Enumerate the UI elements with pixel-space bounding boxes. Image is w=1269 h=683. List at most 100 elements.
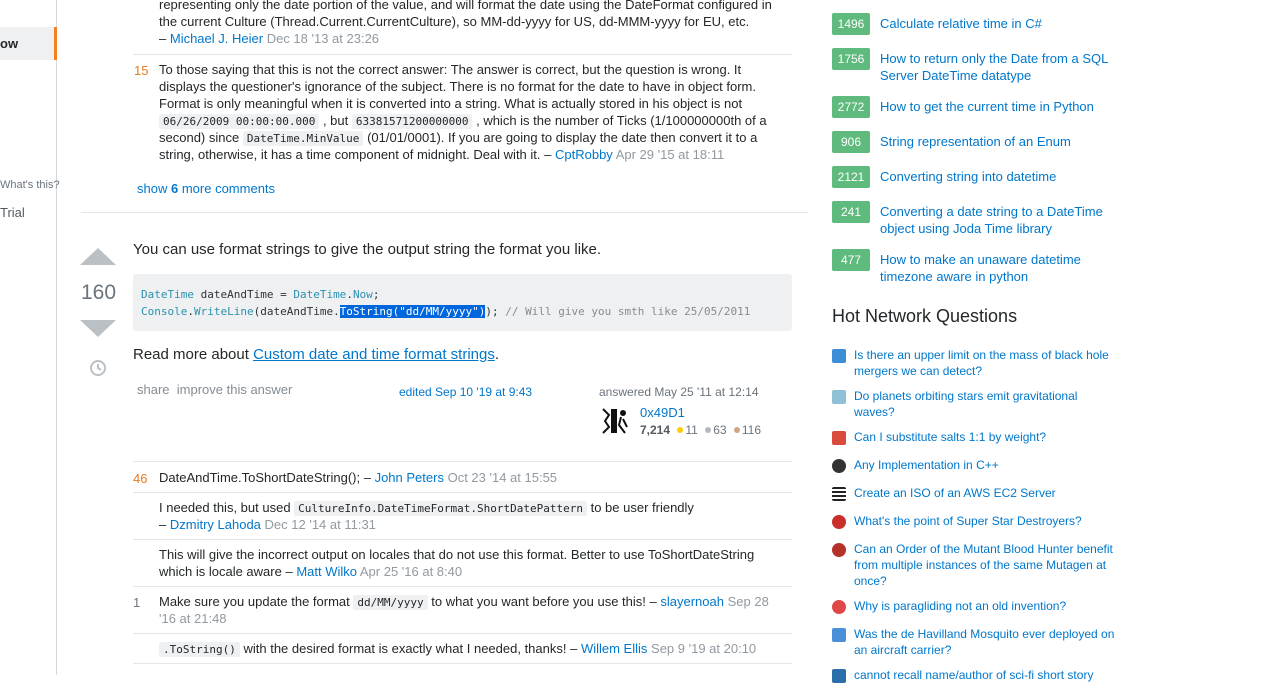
linked-title-line: String representation of an Enum bbox=[880, 134, 1071, 149]
comment-date: Dec 18 '13 at 23:26 bbox=[266, 31, 380, 46]
comment-text: This will give the incorrect output on l… bbox=[159, 547, 755, 562]
sidebar-item-active[interactable]: ow bbox=[0, 27, 57, 60]
hnq-link[interactable]: Can an Order of the Mutant Blood Hunter … bbox=[854, 541, 1129, 589]
linked-title-line: Converting a date string to a DateTime bbox=[880, 204, 1103, 219]
rpg-site-icon bbox=[832, 543, 846, 557]
hnq-link[interactable]: Why is paragliding not an old invention? bbox=[854, 598, 1129, 614]
hnq-link[interactable]: Do planets orbiting stars emit gravitati… bbox=[854, 388, 1129, 420]
comment-text: second) since DateTime.MinValue (01/01/0… bbox=[159, 129, 757, 147]
user-avatar[interactable] bbox=[599, 405, 631, 437]
linked-title-line: Server DateTime datatype bbox=[880, 68, 1032, 83]
serverfault-site-icon bbox=[832, 487, 846, 501]
show-more-count[interactable]: 6 bbox=[171, 181, 178, 196]
linked-score-badge: 1756 bbox=[832, 48, 870, 70]
hnq-line: Was the de Havilland Mosquito ever deplo… bbox=[854, 627, 1115, 641]
comment-author-link[interactable]: Matt Wilko bbox=[296, 564, 357, 579]
code-token: ; bbox=[372, 288, 380, 301]
history-icon[interactable] bbox=[88, 358, 108, 378]
show-more-text[interactable]: show bbox=[137, 181, 167, 196]
linked-question-title[interactable]: Calculate relative time in C# bbox=[880, 15, 1120, 32]
gold-badge-count: 11 bbox=[685, 423, 698, 437]
hnq-link[interactable]: Was the de Havilland Mosquito ever deplo… bbox=[854, 626, 1129, 658]
comment-date: Apr 29 '15 at 18:11 bbox=[615, 147, 725, 162]
comment-divider bbox=[133, 461, 792, 462]
comment-text-span: string, otherwise, it has a time compone… bbox=[159, 147, 552, 162]
hnq-link[interactable]: What's the point of Super Star Destroyer… bbox=[854, 513, 1129, 529]
hnq-link[interactable]: Any Implementation in C++ bbox=[854, 457, 1129, 473]
linked-question-title[interactable]: How to get the current time in Python bbox=[880, 98, 1120, 115]
linked-score-badge: 906 bbox=[832, 131, 870, 153]
hnq-link[interactable]: Is there an upper limit on the mass of b… bbox=[854, 347, 1129, 379]
cooking-site-icon bbox=[832, 431, 846, 445]
trial-link[interactable]: Trial bbox=[0, 205, 25, 220]
hnq-link[interactable]: Create an ISO of an AWS EC2 Server bbox=[854, 485, 1129, 501]
code-comment: // Will give you smth like 25/05/2011 bbox=[498, 305, 751, 318]
comment-dash: – bbox=[159, 31, 167, 46]
answered-timestamp: answered May 25 '11 at 12:14 bbox=[599, 385, 759, 399]
comment-text-span: (01/01/0001). If you are going to displa… bbox=[367, 130, 758, 145]
inline-code: 06/26/2009 00:00:00.000 bbox=[159, 114, 320, 129]
code-token: DateTime bbox=[141, 288, 194, 301]
comment-text: string, otherwise, it has a time compone… bbox=[159, 146, 724, 163]
linked-question-title[interactable]: How to make an unaware datetime timezone … bbox=[880, 251, 1120, 285]
comment-divider bbox=[133, 633, 792, 634]
code-token: ); bbox=[485, 305, 499, 318]
user-reputation: 7,214 bbox=[640, 423, 671, 437]
comment-author-link[interactable]: CptRobby bbox=[555, 147, 613, 162]
read-more-suffix: . bbox=[494, 346, 500, 363]
comment-author-link[interactable]: John Peters bbox=[375, 470, 444, 485]
improve-answer-link[interactable]: improve this answer bbox=[177, 382, 293, 397]
linked-question-title[interactable]: Converting a date string to a DateTime ob… bbox=[880, 203, 1120, 237]
hnq-line: Do planets orbiting stars emit gravitati… bbox=[854, 389, 1078, 403]
whats-this-link[interactable]: What's this? bbox=[0, 179, 60, 191]
comment-author-link[interactable]: Dzmitry Lahoda bbox=[170, 517, 261, 532]
linked-question-title[interactable]: String representation of an Enum bbox=[880, 133, 1120, 150]
comment-meta: – Michael J. Heier Dec 18 '13 at 23:26 bbox=[159, 30, 379, 47]
linked-title-line: How to make an unaware datetime bbox=[880, 252, 1081, 267]
hot-network-questions-heading: Hot Network Questions bbox=[832, 306, 1018, 326]
comment-score: 15 bbox=[134, 63, 149, 78]
bronze-badge-icon bbox=[733, 427, 740, 434]
user-name-link[interactable]: 0x49D1 bbox=[640, 405, 685, 420]
comment-score: 46 bbox=[133, 471, 148, 486]
downvote-arrow-icon[interactable] bbox=[80, 320, 116, 337]
comment-dash: – bbox=[159, 517, 167, 532]
linked-question-title[interactable]: Converting string into datetime bbox=[880, 168, 1120, 185]
silver-badge-icon bbox=[705, 427, 712, 434]
hnq-line: Create an ISO of an AWS EC2 Server bbox=[854, 486, 1056, 500]
format-strings-link[interactable]: Custom date and time format strings bbox=[253, 346, 495, 363]
answer-divider bbox=[81, 212, 808, 213]
show-more-text[interactable]: more comments bbox=[182, 181, 275, 196]
show-more-comments-link[interactable]: show 6 more comments bbox=[137, 180, 275, 197]
linked-title-line: timezone aware in python bbox=[880, 269, 1029, 284]
comment-author-link[interactable]: Willem Ellis bbox=[581, 641, 647, 656]
comment-text: which is locale aware – Matt Wilko Apr 2… bbox=[159, 563, 462, 580]
comment-divider bbox=[133, 54, 792, 55]
share-link[interactable]: share bbox=[137, 382, 170, 397]
hnq-line: Is there an upper limit on the mass of b… bbox=[854, 348, 1109, 362]
linked-score-badge: 241 bbox=[832, 201, 870, 223]
linked-question-title[interactable]: How to return only the Date from a SQL Se… bbox=[880, 50, 1120, 84]
aviation-site-icon bbox=[832, 628, 846, 642]
upvote-arrow-icon[interactable] bbox=[80, 248, 116, 265]
comment-text: the current Culture (Thread.Current.Curr… bbox=[159, 14, 750, 29]
inline-code: .ToString() bbox=[159, 642, 240, 657]
comment-text-span: , but bbox=[322, 113, 349, 128]
code-token: Console bbox=[141, 305, 188, 318]
linked-title-line: object using Joda Time library bbox=[880, 221, 1052, 236]
hnq-link[interactable]: Can I substitute salts 1:1 by weight? bbox=[854, 429, 1129, 445]
post-menu: share improve this answer bbox=[137, 382, 292, 397]
scifi-site-icon bbox=[832, 515, 846, 529]
comment-author-link[interactable]: Michael J. Heier bbox=[170, 31, 263, 46]
silver-badge-count: 63 bbox=[713, 423, 727, 437]
edited-link[interactable]: edited Sep 10 '19 at 9:43 bbox=[399, 385, 532, 399]
comment-text-span: Make sure you update the format bbox=[159, 594, 350, 609]
code-token: WriteLine bbox=[193, 305, 254, 318]
linked-score-badge: 2772 bbox=[832, 96, 870, 118]
comment-text-span: second) since bbox=[159, 130, 240, 145]
hnq-line: Can an Order of the Mutant Blood Hunter … bbox=[854, 542, 1113, 556]
inline-code: 63381571200000000 bbox=[351, 114, 473, 129]
code-selection: "dd/MM/yyyy" bbox=[399, 305, 479, 318]
comment-author-link[interactable]: slayernoah bbox=[660, 594, 724, 609]
hnq-link[interactable]: cannot recall name/author of sci-fi shor… bbox=[854, 667, 1129, 683]
